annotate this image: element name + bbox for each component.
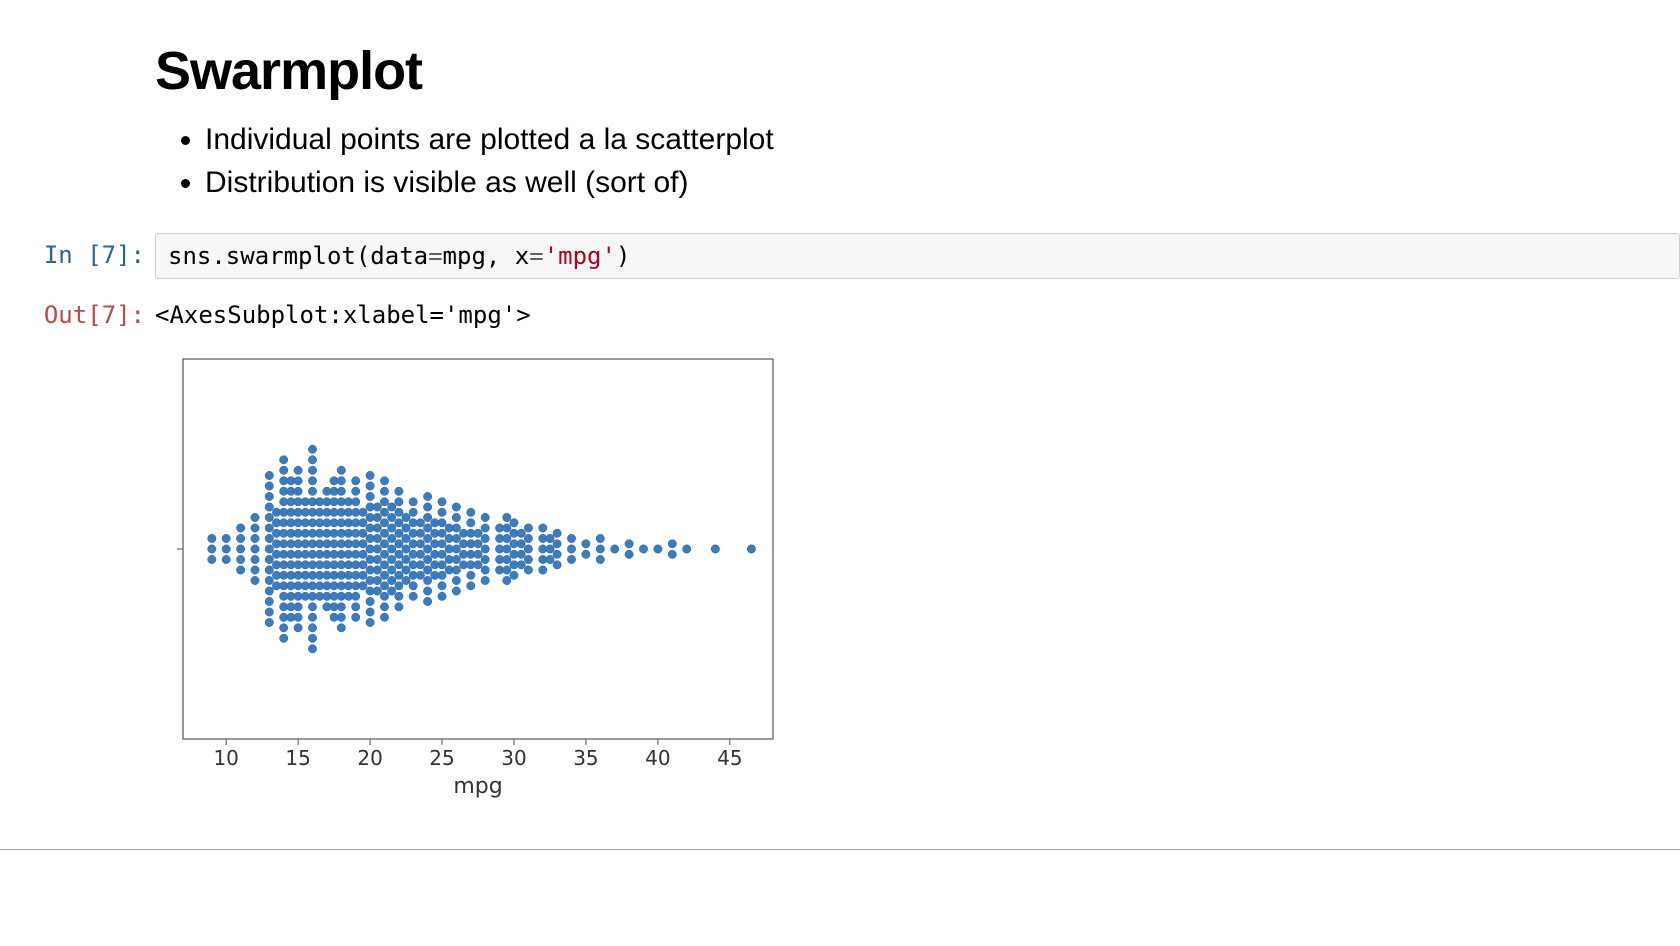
- x-tick-label: 40: [645, 746, 670, 770]
- code-cell: In [7]: sns.swarmplot(data=mpg, x='mpg'): [0, 233, 1680, 279]
- output-text: <AxesSubplot:xlabel='mpg'>: [155, 293, 1680, 329]
- input-prompt: In [7]:: [0, 233, 155, 269]
- x-tick-label: 35: [573, 746, 598, 770]
- bullet-item: Distribution is visible as well (sort of…: [205, 163, 1620, 204]
- notebook-page: Swarmplot Individual points are plotted …: [0, 0, 1680, 890]
- x-tick-label: 15: [285, 746, 310, 770]
- page-title: Swarmplot: [155, 40, 1620, 102]
- x-axis-label: mpg: [453, 774, 502, 799]
- horizontal-rule: [0, 849, 1680, 850]
- output-cell: Out[7]: <AxesSubplot:xlabel='mpg'>: [0, 293, 1680, 329]
- x-tick-label: 45: [717, 746, 742, 770]
- x-tick-label: 20: [357, 746, 382, 770]
- bullet-item: Individual points are plotted a la scatt…: [205, 120, 1620, 161]
- x-tick-label: 10: [213, 746, 238, 770]
- swarmplot-svg: 10 15 20 25 30 35 40 45 mpg: [155, 349, 795, 809]
- x-tick-label: 25: [429, 746, 454, 770]
- code-input[interactable]: sns.swarmplot(data=mpg, x='mpg'): [155, 233, 1680, 279]
- output-prompt: Out[7]:: [0, 293, 155, 329]
- plot-output: 10 15 20 25 30 35 40 45 mpg: [155, 349, 1680, 809]
- bullet-list: Individual points are plotted a la scatt…: [185, 120, 1620, 203]
- x-tick-label: 30: [501, 746, 526, 770]
- markdown-cell: Swarmplot Individual points are plotted …: [155, 40, 1620, 203]
